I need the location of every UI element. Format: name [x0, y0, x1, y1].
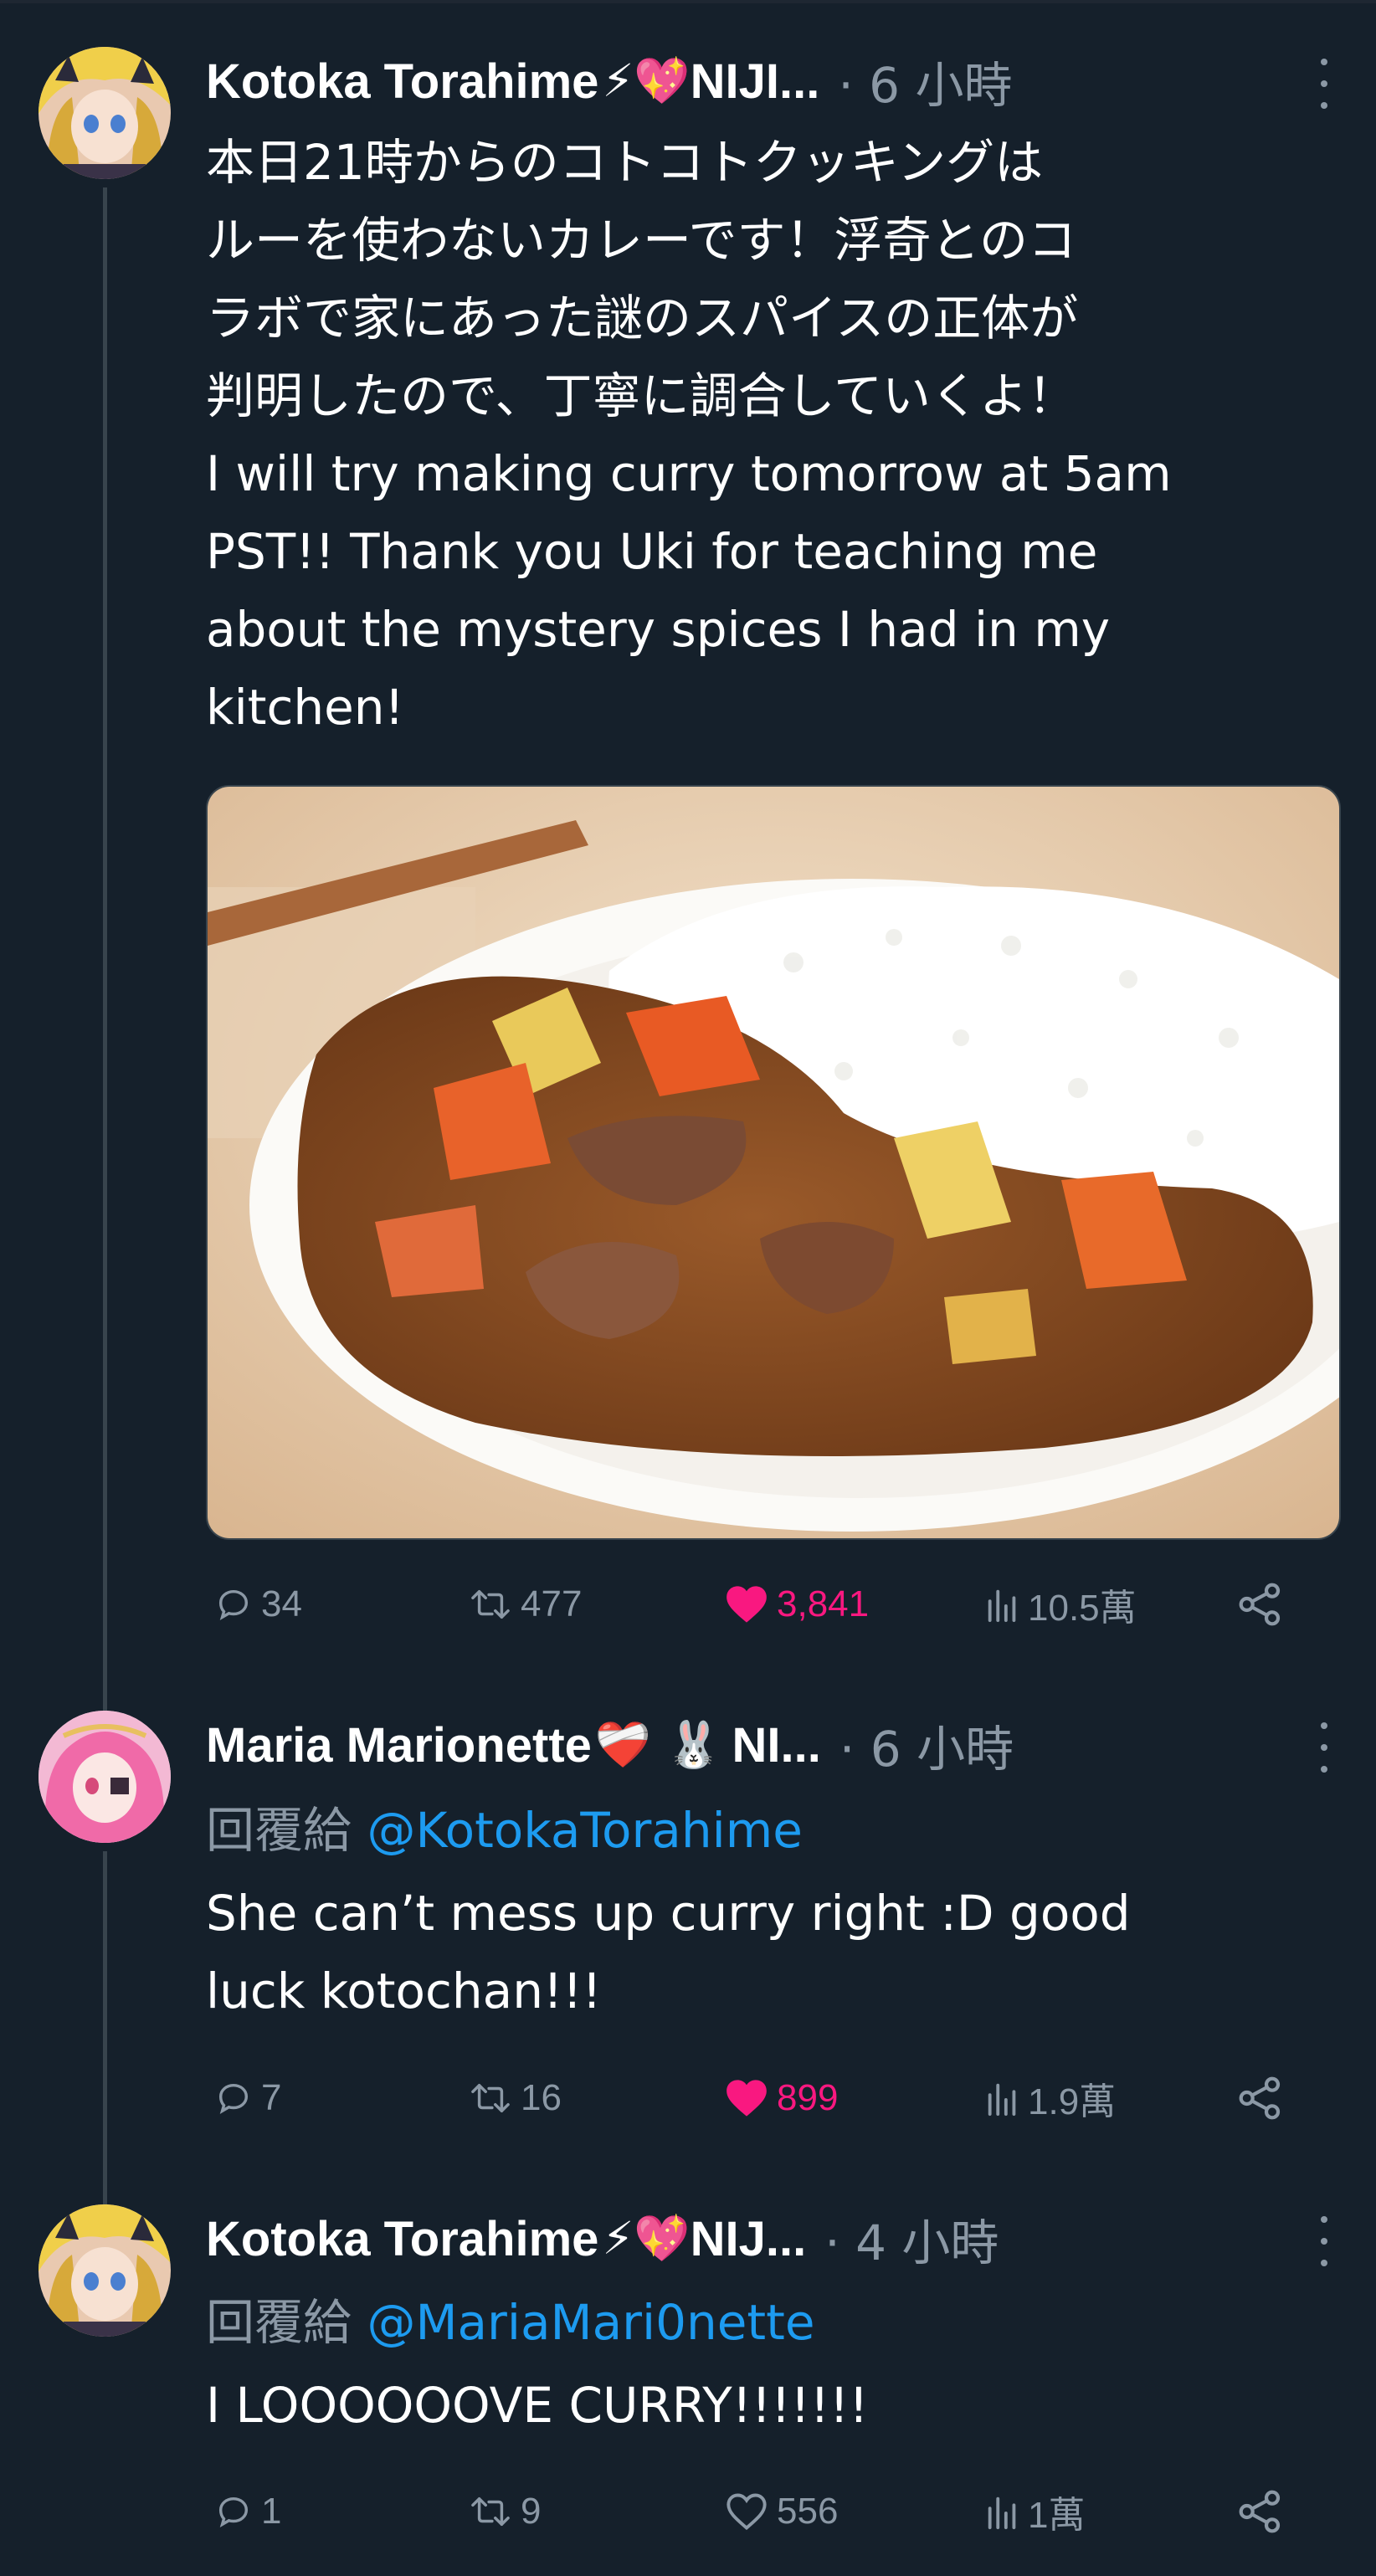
author-name[interactable]: Maria Marionette	[206, 1717, 592, 1773]
reply-button[interactable]: 1	[214, 2482, 281, 2541]
timestamp[interactable]: · 6 小時	[838, 46, 1012, 116]
thread-line-top	[103, 2193, 107, 2204]
author-name[interactable]: Kotoka Torahime	[206, 54, 598, 110]
retweet-icon	[471, 1589, 510, 1619]
share-button[interactable]	[1237, 2482, 1292, 2541]
share-icon	[1239, 2490, 1281, 2533]
views-button[interactable]: 1萬	[986, 2482, 1085, 2541]
timestamp[interactable]: · 4 小時	[824, 2204, 999, 2274]
share-icon	[1239, 1583, 1281, 1626]
heart-outline-icon	[727, 2493, 767, 2531]
reply-to-mention[interactable]: @KotokaTorahime	[367, 1802, 802, 1859]
reply-count: 7	[261, 2077, 282, 2118]
heart-filled-icon	[727, 1586, 767, 1623]
avatar[interactable]	[39, 2204, 171, 2337]
tweet-text: She can’t mess up curry right :D good lu…	[206, 1885, 1131, 2019]
thread-line	[103, 1851, 107, 2193]
tweet-image-curry[interactable]	[206, 785, 1341, 1540]
reply-to-prefix: 回覆給	[206, 1802, 367, 1859]
reply-icon	[218, 2496, 249, 2527]
retweet-icon	[471, 2083, 510, 2113]
retweet-count: 9	[521, 2491, 542, 2532]
tweet-text: I LOOOOOOVE CURRY!!!!!!!	[206, 2377, 869, 2434]
thread-line-top	[103, 1699, 107, 1711]
more-options-icon[interactable]	[1316, 59, 1332, 109]
thread-line	[103, 187, 107, 1699]
like-button[interactable]: 899	[725, 2069, 838, 2127]
reply-icon	[218, 1589, 249, 1620]
views-chart-icon	[988, 1589, 1016, 1623]
author-name-suffix[interactable]: NI...	[732, 1717, 821, 1773]
like-count: 3,841	[777, 1583, 870, 1624]
tweet-2[interactable]: Maria Marionette ❤️‍🩹 🐰 NI... · 6 小時 回覆給…	[0, 1699, 1376, 2193]
views-chart-icon	[988, 2083, 1016, 2117]
views-count: 10.5萬	[1028, 1588, 1137, 1629]
author-name-suffix[interactable]: NIJ...	[691, 2211, 807, 2267]
like-button[interactable]: 3,841	[725, 1575, 869, 1634]
reply-count: 1	[261, 2491, 282, 2532]
author-emoji: ⚡💖	[602, 2212, 691, 2265]
views-count: 1.9萬	[1028, 2081, 1117, 2122]
reply-button[interactable]: 7	[214, 2069, 281, 2127]
tweet-header: Maria Marionette ❤️‍🩹 🐰 NI... · 6 小時	[206, 1707, 1326, 1783]
author-emoji: ⚡💖	[602, 54, 691, 107]
tweet-actions: 7 16 899 1.9萬	[206, 2069, 1327, 2127]
author-name-suffix[interactable]: NIJI...	[691, 54, 820, 110]
views-button[interactable]: 10.5萬	[986, 1575, 1137, 1634]
reply-count: 34	[261, 1583, 302, 1624]
tweet-actions: 1 9 556 1萬	[206, 2482, 1327, 2541]
like-button[interactable]: 556	[725, 2482, 838, 2541]
tweet-actions: 34 477 3,841 10.5萬	[206, 1575, 1327, 1634]
author-emoji: ❤️‍🩹 🐰	[594, 1718, 722, 1771]
reply-to-line: 回覆給 @KotokaTorahime	[206, 1791, 803, 1861]
retweet-icon	[471, 2496, 510, 2527]
like-count: 899	[777, 2077, 839, 2118]
retweet-count: 477	[521, 1583, 583, 1624]
reply-to-prefix: 回覆給	[206, 2294, 367, 2351]
more-options-icon[interactable]	[1316, 1722, 1332, 1773]
retweet-button[interactable]: 9	[469, 2482, 541, 2541]
share-button[interactable]	[1237, 2069, 1292, 2127]
share-icon	[1239, 2076, 1281, 2120]
share-button[interactable]	[1237, 1575, 1292, 1634]
avatar[interactable]	[39, 1711, 171, 1843]
timestamp[interactable]: · 6 小時	[839, 1710, 1014, 1780]
retweet-count: 16	[521, 2077, 562, 2118]
tweet-3[interactable]: Kotoka Torahime ⚡💖 NIJ... · 4 小時 回覆給 @Ma…	[0, 2193, 1376, 2576]
views-chart-icon	[988, 2496, 1016, 2530]
author-name[interactable]: Kotoka Torahime	[206, 2211, 598, 2267]
tweet-1[interactable]: Kotoka Torahime ⚡💖 NIJI... · 6 小時 本日21時か…	[0, 0, 1376, 1699]
views-button[interactable]: 1.9萬	[986, 2069, 1116, 2127]
reply-to-line: 回覆給 @MariaMari0nette	[206, 2283, 815, 2353]
retweet-button[interactable]: 477	[469, 1575, 582, 1634]
reply-icon	[218, 2083, 249, 2114]
tweet-header: Kotoka Torahime ⚡💖 NIJ... · 4 小時	[206, 2201, 1326, 2276]
tweet-header: Kotoka Torahime ⚡💖 NIJI... · 6 小時	[206, 44, 1326, 119]
views-count: 1萬	[1028, 2495, 1086, 2536]
tweet-text: 本日21時からのコトコトクッキングは ルーを使わないカレーです！浮奇とのコ ラボ…	[206, 134, 1172, 736]
retweet-button[interactable]: 16	[469, 2069, 562, 2127]
like-count: 556	[777, 2491, 839, 2532]
more-options-icon[interactable]	[1316, 2216, 1332, 2266]
reply-to-mention[interactable]: @MariaMari0nette	[367, 2294, 814, 2351]
avatar[interactable]	[39, 47, 171, 179]
reply-button[interactable]: 34	[214, 1575, 302, 1634]
heart-filled-icon	[727, 2080, 767, 2117]
